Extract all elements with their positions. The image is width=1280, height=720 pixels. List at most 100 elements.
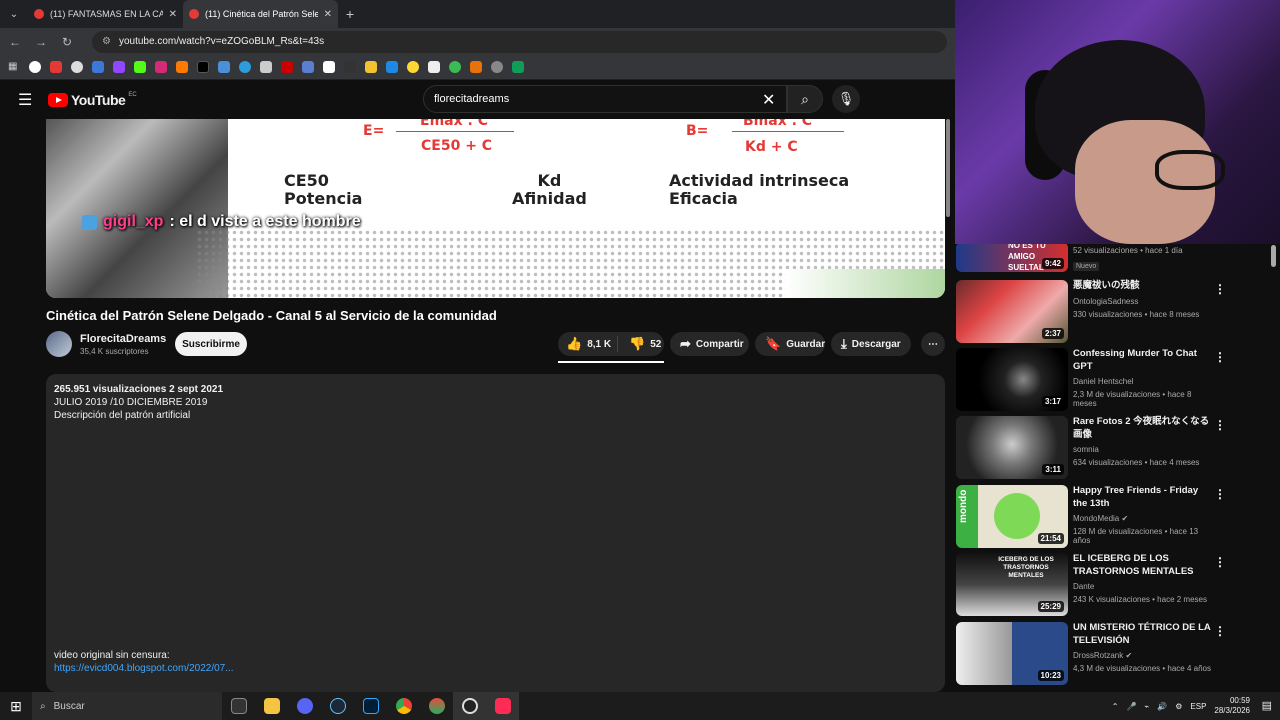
bookmark-icon[interactable] <box>449 61 461 73</box>
taskbar-epic-icon[interactable] <box>222 692 255 720</box>
windows-start-icon[interactable]: ⊞ <box>0 698 32 715</box>
network-icon[interactable]: ⌁ <box>1144 702 1149 711</box>
search-input[interactable]: florecitadreams <box>423 85 787 113</box>
more-vertical-icon[interactable]: ⋮ <box>1214 282 1226 296</box>
channel-name[interactable]: somnia <box>1073 445 1213 454</box>
channel-name[interactable]: Daniel Hentschel <box>1073 377 1213 386</box>
new-tab-icon[interactable]: + <box>338 6 362 22</box>
more-actions-button[interactable]: ⋯ <box>921 332 945 356</box>
microphone-icon[interactable]: 🎤 <box>1126 702 1136 711</box>
apps-grid-icon[interactable]: ▦ <box>8 61 20 73</box>
bookmark-twitch-icon[interactable] <box>113 61 125 73</box>
reload-icon[interactable]: ↻ <box>60 35 74 49</box>
bookmark-icon[interactable] <box>428 61 440 73</box>
channel-name[interactable]: FlorecitaDreams <box>80 333 166 345</box>
channel-avatar[interactable] <box>46 331 72 357</box>
bookmark-sheets-icon[interactable] <box>512 61 524 73</box>
taskbar-photoshop-icon[interactable] <box>354 692 387 720</box>
share-button[interactable]: ➦ Compartir <box>670 332 749 356</box>
bookmark-google-icon[interactable] <box>29 61 41 73</box>
forward-icon[interactable]: → <box>34 35 48 49</box>
taskbar-discord-icon[interactable] <box>288 692 321 720</box>
sidebar-scrollbar[interactable] <box>1271 245 1276 267</box>
bookmark-icon[interactable] <box>386 61 398 73</box>
description-link[interactable]: https://evicd004.blogspot.com/2022/07... <box>54 662 234 675</box>
more-vertical-icon[interactable]: ⋮ <box>1214 555 1226 569</box>
subscribe-button[interactable]: Suscribirme <box>175 332 247 356</box>
bookmark-icon[interactable] <box>302 61 314 73</box>
recommendation-item[interactable]: 2:37 悪魔祓いの残骸 OntologiaSadness 330 visual… <box>956 280 1276 344</box>
video-player[interactable]: Emax . C E= CE50 + C Bmax . C B= Kd + C … <box>46 119 945 298</box>
tab-fantasmas[interactable]: (11) FANTASMAS EN LA CARRE ✕ <box>28 0 183 28</box>
bookmark-icon[interactable] <box>92 61 104 73</box>
page-scrollbar[interactable] <box>946 119 950 217</box>
channel-name[interactable]: MondoMedia ✔ <box>1073 514 1213 523</box>
more-vertical-icon[interactable]: ⋮ <box>1214 487 1226 501</box>
taskbar-chrome-icon[interactable] <box>387 692 420 720</box>
channel-name[interactable]: Dante <box>1073 582 1213 591</box>
video-thumbnail[interactable]: ICEBERG DE LOS TRASTORNOS MENTALES 25:29 <box>956 553 1068 616</box>
taskbar-search[interactable]: ⌕ Buscar <box>32 692 222 720</box>
taskbar-steam-icon[interactable] <box>321 692 354 720</box>
more-vertical-icon[interactable]: ⋮ <box>1214 418 1226 432</box>
taskbar-obs-icon[interactable] <box>453 692 486 720</box>
chevron-up-icon[interactable]: ⌃ <box>1112 702 1119 711</box>
recommendation-item[interactable]: 10:23 UN MISTERIO TÉTRICO DE LA TELEVISI… <box>956 622 1276 686</box>
bookmark-x-icon[interactable] <box>197 61 209 73</box>
recommendation-item[interactable]: ICEBERG DE LOS TRASTORNOS MENTALES 25:29… <box>956 553 1276 617</box>
more-vertical-icon[interactable]: ⋮ <box>1214 624 1226 638</box>
bookmark-icon[interactable] <box>71 61 83 73</box>
taskbar-app-icon[interactable] <box>420 692 453 720</box>
bookmark-youtube-icon[interactable] <box>50 61 62 73</box>
taskbar-files-icon[interactable] <box>255 692 288 720</box>
voice-search-button[interactable]: 🎙 <box>832 85 860 113</box>
bookmark-icon[interactable] <box>218 61 230 73</box>
dislike-button[interactable]: 👎 52 <box>623 336 661 352</box>
close-tab-icon[interactable]: ✕ <box>169 9 177 20</box>
menu-icon[interactable]: ☰ <box>18 90 32 110</box>
tab-cinetica[interactable]: (11) Cinética del Patrón Selene ✕ <box>183 0 338 28</box>
youtube-logo[interactable]: YouTube EC <box>48 92 137 108</box>
bookmark-icon[interactable] <box>239 61 251 73</box>
back-icon[interactable]: ← <box>8 35 22 49</box>
recommendation-item[interactable]: 3:17 Confessing Murder To Chat GPT Danie… <box>956 348 1276 412</box>
bookmark-icon[interactable] <box>365 61 377 73</box>
settings-icon[interactable]: ⚙ <box>1175 702 1182 711</box>
recommendation-item[interactable]: mondo 21:54 Happy Tree Friends - Friday … <box>956 485 1276 549</box>
tab-search-icon[interactable]: ⌄ <box>0 0 28 28</box>
more-vertical-icon[interactable]: ⋮ <box>1214 350 1226 364</box>
bookmark-icon[interactable] <box>344 61 356 73</box>
description-box[interactable]: 265.951 visualizaciones 2 sept 2021 JULI… <box>46 374 945 692</box>
bookmark-icon[interactable] <box>281 61 293 73</box>
volume-icon[interactable]: 🔊 <box>1157 702 1167 711</box>
site-info-icon[interactable]: ⚙ <box>102 36 111 47</box>
bookmark-notion-icon[interactable] <box>323 61 335 73</box>
channel-name[interactable]: OntologiaSadness <box>1073 297 1213 306</box>
url-field[interactable]: ⚙ youtube.com/watch?v=eZOGoBLM_Rs&t=43s <box>92 30 947 53</box>
close-tab-icon[interactable]: ✕ <box>324 9 332 20</box>
like-button[interactable]: 👍 8,1 K <box>558 336 618 352</box>
bookmark-icon[interactable] <box>260 61 272 73</box>
bookmark-kick-icon[interactable] <box>134 61 146 73</box>
taskbar-tiktok-icon[interactable] <box>486 692 519 720</box>
notification-icon[interactable]: ▤ <box>1262 699 1272 712</box>
download-button[interactable]: ⤓ Descargar <box>831 332 911 356</box>
clock[interactable]: 00:59 28/3/2026 <box>1214 696 1250 716</box>
video-thumbnail[interactable]: 3:17 <box>956 348 1068 411</box>
clear-search-icon[interactable]: ✕ <box>762 90 775 110</box>
search-button[interactable]: ⌕ <box>787 85 823 113</box>
bookmark-icon[interactable] <box>491 61 503 73</box>
video-thumbnail[interactable]: NO ES TU AMIGO SUELTAL 9:42 <box>956 244 1068 272</box>
video-thumbnail[interactable]: 3:11 <box>956 416 1068 479</box>
bookmark-icon[interactable] <box>470 61 482 73</box>
video-thumbnail[interactable]: mondo 21:54 <box>956 485 1068 548</box>
recommendation-item[interactable]: 3:11 Rare Fotos 2 今夜眠れなくなる画像 somnia 634 … <box>956 416 1276 480</box>
channel-name[interactable]: DrossRotzank ✔ <box>1073 651 1213 660</box>
video-thumbnail[interactable]: 10:23 <box>956 622 1068 685</box>
bookmark-instagram-icon[interactable] <box>155 61 167 73</box>
bookmark-icon[interactable] <box>407 61 419 73</box>
video-thumbnail[interactable]: 2:37 <box>956 280 1068 343</box>
save-button[interactable]: 🔖 Guardar <box>755 332 825 356</box>
bookmark-icon[interactable] <box>176 61 188 73</box>
language-indicator[interactable]: ESP <box>1190 702 1206 711</box>
